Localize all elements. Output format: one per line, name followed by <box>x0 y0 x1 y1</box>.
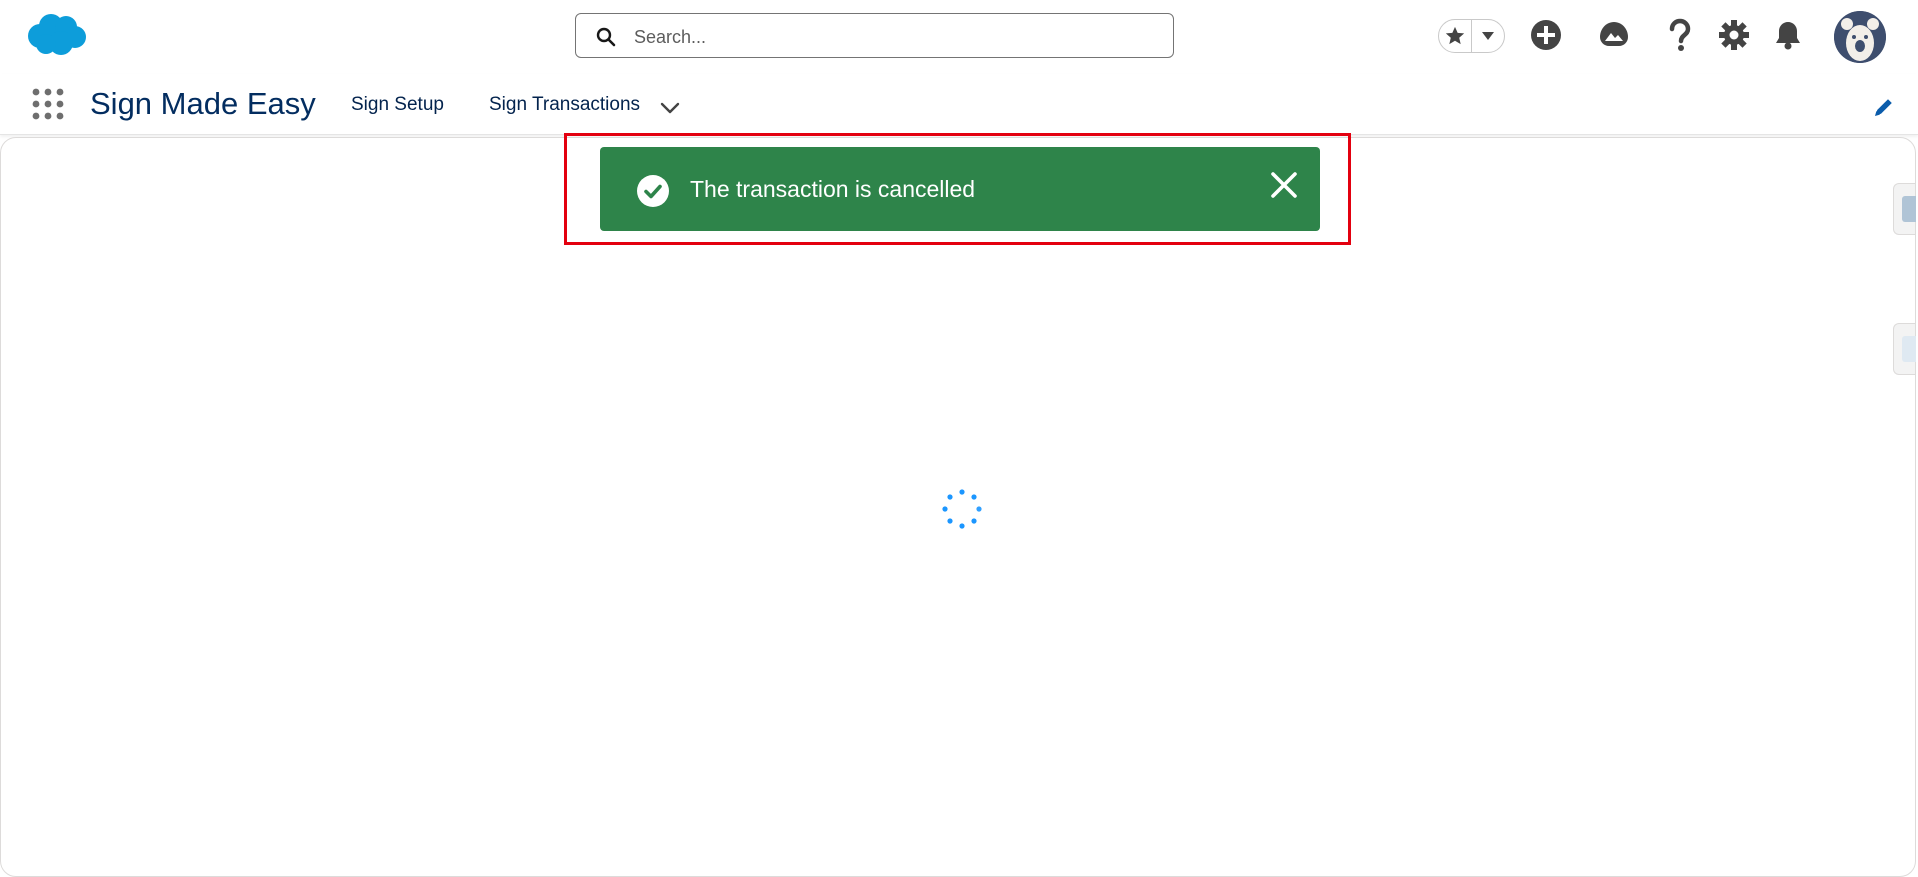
panel-handle-icon <box>1902 336 1916 362</box>
favorites-star-icon[interactable] <box>1439 20 1471 52</box>
app-launcher-icon[interactable] <box>31 87 65 121</box>
search-icon <box>596 27 616 47</box>
global-search[interactable] <box>575 13 1174 58</box>
help-icon[interactable] <box>1661 16 1699 54</box>
global-header <box>0 0 1918 74</box>
loading-spinner <box>940 487 984 531</box>
chevron-down-icon[interactable] <box>660 101 680 115</box>
close-icon[interactable] <box>1268 169 1300 201</box>
app-name: Sign Made Easy <box>90 86 316 121</box>
trailhead-guidance-icon[interactable] <box>1595 16 1633 54</box>
success-check-icon <box>637 175 669 207</box>
salesforce-logo-icon[interactable] <box>24 12 88 58</box>
search-input[interactable] <box>632 22 1156 52</box>
pencil-icon[interactable] <box>1873 96 1895 118</box>
favorites-button-group <box>1438 19 1505 53</box>
panel-handle-icon <box>1902 196 1916 222</box>
favorites-dropdown-icon[interactable] <box>1471 20 1504 52</box>
nav-item-sign-transactions[interactable]: Sign Transactions <box>489 94 640 116</box>
notifications-bell-icon[interactable] <box>1769 16 1807 54</box>
side-panel-toggle[interactable] <box>1893 183 1916 235</box>
setup-gear-icon[interactable] <box>1715 16 1753 54</box>
toast-message: The transaction is cancelled <box>690 176 976 202</box>
user-avatar[interactable] <box>1834 11 1886 63</box>
side-panel-toggle-secondary[interactable] <box>1893 323 1916 375</box>
nav-item-sign-setup[interactable]: Sign Setup <box>351 94 444 116</box>
app-navigation-bar: Sign Made Easy Sign Setup Sign Transacti… <box>0 74 1918 135</box>
success-toast: The transaction is cancelled <box>600 147 1320 231</box>
add-icon[interactable] <box>1527 16 1565 54</box>
